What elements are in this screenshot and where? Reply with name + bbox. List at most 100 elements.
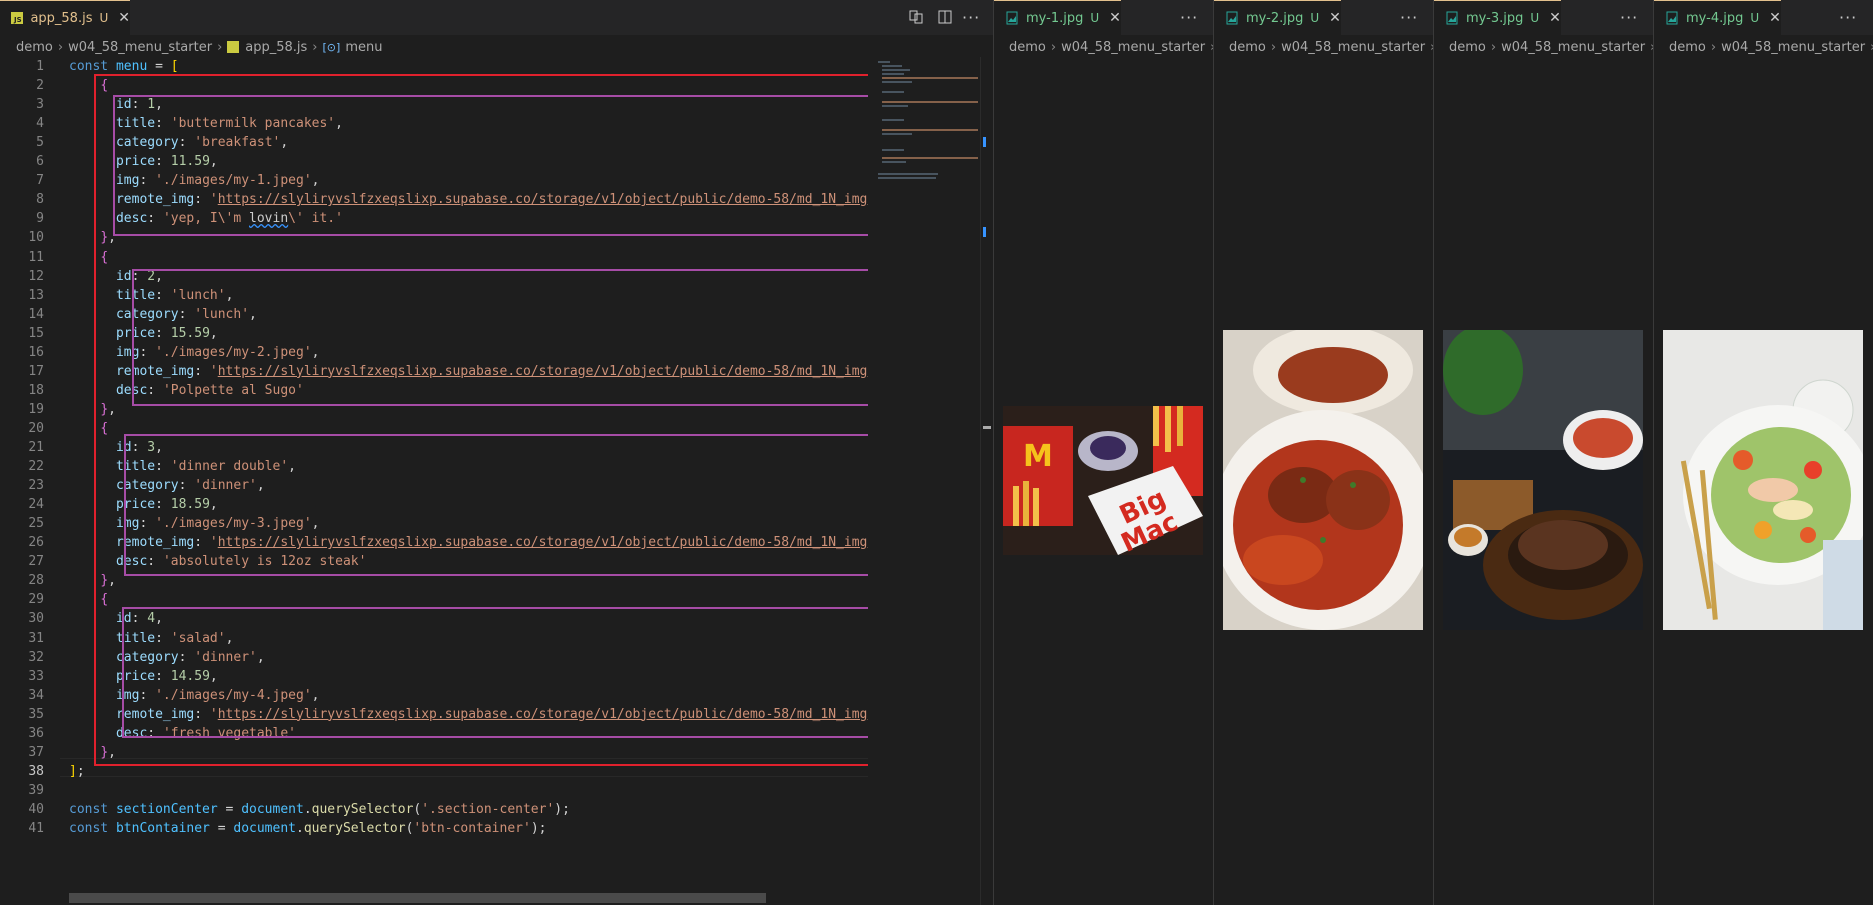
code-line[interactable]: 26 remote_img: 'https://slyliryvslfzxeqs… <box>0 533 870 552</box>
code-line[interactable]: 2 { <box>0 76 870 95</box>
code-line[interactable]: 33 price: 14.59, <box>0 667 870 686</box>
breadcrumb-item[interactable]: demo <box>1009 40 1046 55</box>
breadcrumb-item[interactable]: w04_58_menu_starter <box>1281 40 1425 55</box>
code-line[interactable]: 6 price: 11.59, <box>0 152 870 171</box>
code-line[interactable]: 7 img: './images/my-1.jpeg', <box>0 171 870 190</box>
code-line[interactable]: 13 title: 'lunch', <box>0 286 870 305</box>
tab-status: U <box>1530 11 1540 25</box>
close-icon[interactable]: ✕ <box>1109 10 1121 26</box>
breadcrumb-item[interactable]: demo <box>16 40 53 55</box>
vertical-scrollbar[interactable] <box>980 57 994 905</box>
editor-tab-bar: my-1.jpg U ✕ ··· <box>994 0 1214 35</box>
minimap[interactable] <box>868 57 980 897</box>
close-icon[interactable]: ✕ <box>1769 10 1781 26</box>
horizontal-scrollbar[interactable] <box>69 893 766 903</box>
code-line[interactable]: 15 price: 15.59, <box>0 324 870 343</box>
code-line[interactable]: 41 const btnContainer = document.querySel… <box>0 819 870 838</box>
breadcrumb-item[interactable]: menu <box>345 40 382 55</box>
code-line[interactable]: 19 }, <box>0 400 870 419</box>
code-line[interactable]: 10 }, <box>0 228 870 247</box>
code-text: price: 11.59, <box>115 154 218 170</box>
code-text: img: './images/my-4.jpeg', <box>115 687 320 703</box>
breadcrumb-item[interactable]: app_58.js <box>245 40 307 55</box>
pane-divider[interactable] <box>1213 0 1214 905</box>
breadcrumb-item[interactable]: w04_58_menu_starter <box>68 40 212 55</box>
tab-status: U <box>1750 11 1760 25</box>
breadcrumb-item[interactable]: w04_58_menu_starter <box>1061 40 1205 55</box>
code-line[interactable]: 34 img: './images/my-4.jpeg', <box>0 686 870 705</box>
code-text: remote_img: 'https://slyliryvslfzxeqslix… <box>115 706 868 722</box>
tab-label: my-1.jpg <box>1026 10 1084 26</box>
tab-image-file[interactable]: my-4.jpg U ✕ <box>1654 0 1781 35</box>
split-editor-icon[interactable] <box>937 9 953 29</box>
close-icon[interactable]: ✕ <box>1549 10 1561 26</box>
line-number: 8 <box>36 192 44 208</box>
code-line[interactable]: 35 remote_img: 'https://slyliryvslfzxeqs… <box>0 705 870 724</box>
code-line[interactable]: 38]; <box>0 762 870 781</box>
image-preview-pane: my-4.jpg U ✕ ··· demo › w04_58_menu_star… <box>1654 0 1873 905</box>
code-line[interactable]: 1 const menu = [ <box>0 57 870 76</box>
code-line[interactable]: 17 remote_img: 'https://slyliryvslfzxeqs… <box>0 362 870 381</box>
tab-app-58-js[interactable]: JS app_58.js U ✕ <box>0 0 130 35</box>
breadcrumb-item[interactable]: demo <box>1669 40 1706 55</box>
more-actions-icon[interactable]: ··· <box>1620 8 1638 27</box>
code-line[interactable]: 18 desc: 'Polpette al Sugo' <box>0 381 870 400</box>
code-line[interactable]: 3 id: 1, <box>0 95 870 114</box>
code-line[interactable]: 5 category: 'breakfast', <box>0 133 870 152</box>
js-file-icon <box>227 41 240 53</box>
pane-divider[interactable] <box>993 0 994 905</box>
tab-image-file[interactable]: my-2.jpg U ✕ <box>1214 0 1341 35</box>
code-line[interactable]: 21 id: 3, <box>0 438 870 457</box>
editor-tab-bar: my-2.jpg U ✕ ··· <box>1214 0 1434 35</box>
code-line[interactable]: 22 title: 'dinner double', <box>0 457 870 476</box>
tab-image-file[interactable]: my-3.jpg U ✕ <box>1434 0 1561 35</box>
code-line[interactable]: 28 }, <box>0 571 870 590</box>
line-number: 34 <box>28 687 44 703</box>
code-line[interactable]: 24 price: 18.59, <box>0 495 870 514</box>
image-preview-pane: my-3.jpg U ✕ ··· demo › w04_58_menu_star… <box>1434 0 1654 905</box>
more-actions-icon[interactable]: ··· <box>1400 8 1418 27</box>
tab-image-file[interactable]: my-1.jpg U ✕ <box>994 0 1121 35</box>
code-text: price: 14.59, <box>115 668 218 684</box>
compare-changes-icon[interactable] <box>908 9 924 29</box>
breadcrumb-item[interactable]: demo <box>1229 40 1266 55</box>
line-number: 25 <box>28 516 44 532</box>
code-line[interactable]: 25 img: './images/my-3.jpeg', <box>0 514 870 533</box>
code-line[interactable]: 4 title: 'buttermilk pancakes', <box>0 114 870 133</box>
code-line[interactable]: 31 title: 'salad', <box>0 629 870 648</box>
code-line[interactable]: 39 <box>0 781 870 800</box>
tab-label: app_58.js <box>30 10 93 26</box>
code-line[interactable]: 23 category: 'dinner', <box>0 476 870 495</box>
breadcrumb-item[interactable]: w04_58_menu_starter <box>1501 40 1645 55</box>
more-actions-icon[interactable]: ··· <box>1839 8 1857 27</box>
code-line[interactable]: 40 const sectionCenter = document.querySe… <box>0 800 870 819</box>
code-line[interactable]: 20 { <box>0 419 870 438</box>
code-line[interactable]: 16 img: './images/my-2.jpeg', <box>0 343 870 362</box>
code-text: { <box>100 592 109 608</box>
code-text: price: 15.59, <box>115 325 218 341</box>
pane-divider[interactable] <box>1433 0 1434 905</box>
more-actions-icon[interactable]: ··· <box>1180 8 1198 27</box>
line-number: 41 <box>28 821 44 836</box>
code-line[interactable]: 36 desc: 'fresh vegetable' <box>0 724 870 743</box>
close-icon[interactable]: ✕ <box>1329 10 1341 26</box>
code-line[interactable]: 11 { <box>0 248 870 267</box>
code-line[interactable]: 29 { <box>0 590 870 609</box>
code-line[interactable]: 12 id: 2, <box>0 267 870 286</box>
code-text: { <box>100 420 109 436</box>
more-actions-icon[interactable]: ··· <box>962 8 980 27</box>
code-line[interactable]: 30 id: 4, <box>0 609 870 628</box>
code-line[interactable]: 32 category: 'dinner', <box>0 648 870 667</box>
code-line[interactable]: 8 remote_img: 'https://slyliryvslfzxeqsl… <box>0 190 870 209</box>
pane-divider[interactable] <box>1653 0 1654 905</box>
code-text: img: './images/my-1.jpeg', <box>115 173 320 189</box>
code-line[interactable]: 37 }, <box>0 743 870 762</box>
line-number: 5 <box>36 135 44 151</box>
code-line[interactable]: 9 desc: 'yep, I\'m lovin\' it.' <box>0 209 870 228</box>
close-icon[interactable]: ✕ <box>118 10 130 26</box>
breadcrumb-item[interactable]: demo <box>1449 40 1486 55</box>
code-line[interactable]: 14 category: 'lunch', <box>0 305 870 324</box>
code-line[interactable]: 27 desc: 'absolutely is 12oz steak' <box>0 552 870 571</box>
line-number: 31 <box>28 630 44 646</box>
breadcrumb-item[interactable]: w04_58_menu_starter <box>1721 40 1865 55</box>
